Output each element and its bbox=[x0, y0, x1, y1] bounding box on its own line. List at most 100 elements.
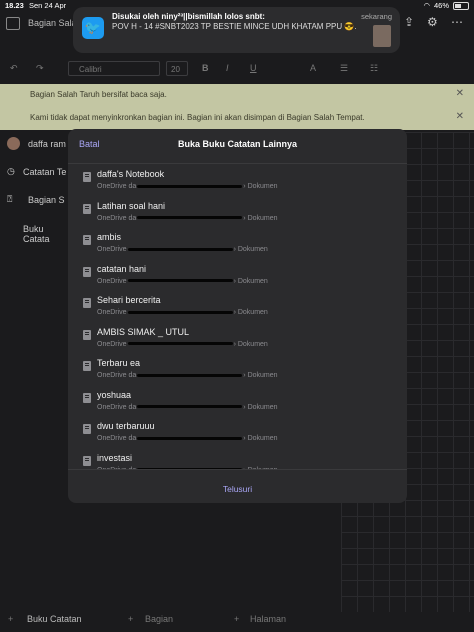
numbering-icon[interactable]: ☷ bbox=[370, 63, 378, 74]
notebook-path: OneDrive da › Dokumen bbox=[97, 372, 278, 379]
undo-icon[interactable]: ↶ bbox=[10, 63, 18, 74]
path-prefix: OneDrive bbox=[97, 309, 127, 316]
dialog-header: Batal Buka Buku Catatan Lainnya bbox=[68, 129, 407, 164]
sidebar-item-section[interactable]: ⍰ Bagian S bbox=[0, 188, 70, 212]
open-notebook-dialog: Batal Buka Buku Catatan Lainnya daffa's … bbox=[68, 129, 407, 503]
font-color-icon[interactable]: A bbox=[310, 63, 316, 73]
notebook-name: yoshuaa bbox=[97, 389, 132, 400]
notebook-list-item[interactable]: AMBIS SIMAK _ UTUL OneDrive › Dokumen bbox=[68, 322, 407, 353]
account-item[interactable]: daffa ram bbox=[0, 132, 70, 156]
path-suffix: › Dokumen bbox=[233, 246, 268, 253]
font-select[interactable]: Calibri bbox=[68, 61, 160, 76]
notification-banner[interactable]: 🐦 Disukai oleh niny²³||bismillah lolos s… bbox=[73, 7, 400, 53]
path-prefix: OneDrive bbox=[97, 246, 127, 253]
sidebar-item-label: Buku Catata bbox=[23, 224, 50, 244]
notebook-icon bbox=[83, 203, 91, 214]
notebook-icon bbox=[83, 235, 91, 245]
notebook-icon bbox=[83, 361, 91, 371]
path-suffix: › Dokumen bbox=[243, 435, 278, 442]
notebook-list: daffa's Notebook OneDrive da › Dokumen Lati… bbox=[68, 164, 407, 469]
gear-icon[interactable]: ⚙ bbox=[427, 15, 438, 29]
close-icon[interactable]: ✕ bbox=[456, 88, 464, 99]
notebook-path: OneDrive da › Dokumen bbox=[97, 183, 278, 190]
notebook-list-item[interactable]: yoshuaa OneDrive da › Dokumen bbox=[68, 385, 407, 416]
notebook-list-item[interactable]: Latihan soal hani OneDrive da › Dokumen bbox=[68, 196, 407, 227]
status-date: Sen 24 Apr bbox=[29, 1, 67, 10]
add-notebook-icon[interactable]: + bbox=[8, 614, 13, 624]
redaction-bar bbox=[127, 342, 233, 346]
wifi-icon: ◠ bbox=[423, 1, 430, 10]
notification-thumbnail bbox=[373, 25, 391, 47]
sidebar-item-notes[interactable]: ◷ Catatan Te bbox=[0, 160, 70, 184]
add-section-icon[interactable]: + bbox=[128, 614, 133, 624]
notebook-name: AMBIS SIMAK _ UTUL bbox=[97, 326, 190, 337]
redaction-bar bbox=[127, 279, 233, 283]
italic-icon[interactable]: I bbox=[226, 63, 229, 73]
notebook-icon bbox=[83, 392, 91, 403]
sidebar-item-label: Bagian S bbox=[28, 195, 65, 205]
path-prefix: OneDrive da bbox=[97, 403, 137, 411]
notebooks-button[interactable]: Buku Catatan bbox=[27, 614, 82, 624]
browse-button[interactable]: Telusuri bbox=[68, 484, 407, 494]
notebook-name: catatan hani bbox=[97, 263, 147, 274]
font-size-select[interactable]: 20 bbox=[166, 61, 188, 76]
close-icon[interactable]: ✕ bbox=[456, 111, 464, 122]
notebook-list-item[interactable]: Sehari bercerita OneDrive › Dokumen bbox=[68, 290, 407, 321]
notebook-list-item[interactable]: dwu terbaruuu OneDrive da › Dokumen bbox=[68, 416, 407, 447]
notebook-path: OneDrive › Dokumen bbox=[97, 341, 268, 348]
dialog-title: Buka Buku Catatan Lainnya bbox=[177, 139, 298, 149]
twitter-icon: 🐦 bbox=[82, 17, 104, 39]
battery-icon bbox=[453, 1, 469, 10]
notebook-icon bbox=[83, 266, 91, 277]
underline-icon[interactable]: U bbox=[250, 63, 257, 73]
add-page-icon[interactable]: + bbox=[234, 614, 239, 624]
notification-time: sekarang bbox=[361, 12, 392, 21]
left-panel: daffa ram ◷ Catatan Te ⍰ Bagian S Buku C… bbox=[0, 132, 70, 612]
pages-button[interactable]: Halaman bbox=[250, 614, 286, 624]
battery-fill bbox=[455, 3, 461, 8]
redaction-bar bbox=[137, 405, 243, 409]
notebook-path: OneDrive da › Dokumen bbox=[97, 435, 278, 442]
redo-icon[interactable]: ↷ bbox=[36, 63, 44, 74]
path-suffix: › Dokumen bbox=[243, 403, 278, 411]
notification-body: POV H - 14 #SNBT2023 TP BESTIE MINCE UDH… bbox=[112, 22, 357, 31]
share-icon[interactable]: ⇪ bbox=[404, 15, 414, 29]
notebook-list-item[interactable]: ambis OneDrive › Dokumen bbox=[68, 227, 407, 258]
status-time: 18.23 bbox=[5, 1, 24, 10]
path-suffix: › Dokumen bbox=[233, 340, 268, 348]
more-icon[interactable]: ⋯ bbox=[451, 15, 463, 29]
bullets-icon[interactable]: ☰ bbox=[340, 63, 348, 74]
notebook-icon bbox=[83, 298, 91, 308]
redaction-bar bbox=[137, 436, 243, 440]
bold-icon[interactable]: B bbox=[202, 63, 209, 73]
clock-icon: ◷ bbox=[7, 166, 15, 176]
notebook-name: Latihan soal hani bbox=[97, 200, 166, 211]
path-suffix: › Dokumen bbox=[243, 183, 278, 190]
notebook-icon bbox=[83, 329, 91, 340]
sidebar-item-label: Catatan Te bbox=[23, 167, 67, 177]
notebook-name: investasi bbox=[97, 452, 133, 463]
battery-percent: 46% bbox=[433, 1, 449, 10]
sections-button[interactable]: Bagian bbox=[145, 614, 173, 624]
path-suffix: › Dokumen bbox=[233, 277, 268, 285]
avatar bbox=[7, 137, 20, 150]
notebook-path: OneDrive › Dokumen bbox=[97, 278, 268, 285]
notebook-name: daffa's Notebook bbox=[97, 169, 165, 179]
bottom-bar: + Buku Catatan + Bagian + Halaman bbox=[0, 606, 474, 632]
notebook-name: Terbaru ea bbox=[97, 358, 141, 368]
notebook-list-item[interactable]: Terbaru ea OneDrive da › Dokumen bbox=[68, 353, 407, 384]
path-prefix: OneDrive bbox=[97, 277, 127, 285]
notebook-list-item[interactable]: catatan hani OneDrive › Dokumen bbox=[68, 259, 407, 290]
notebook-list-item[interactable]: investasiOneDrive da› Dokumen bbox=[68, 448, 407, 469]
notebook-name: Sehari bercerita bbox=[97, 295, 161, 305]
notebook-name: ambis bbox=[97, 232, 122, 242]
notebook-icon bbox=[83, 455, 91, 466]
notebook-list-item[interactable]: daffa's Notebook OneDrive da › Dokumen bbox=[68, 164, 407, 195]
path-prefix: OneDrive da bbox=[97, 183, 137, 190]
path-suffix: › Dokumen bbox=[233, 309, 268, 316]
sidebar-item-notebook[interactable]: Buku Catata bbox=[0, 217, 70, 244]
path-prefix: OneDrive da bbox=[97, 372, 137, 379]
notification-title: Disukai oleh niny²³||bismillah lolos snb… bbox=[112, 12, 265, 21]
section-icon: ⍰ bbox=[7, 194, 13, 204]
sidebar-toggle-icon[interactable] bbox=[6, 17, 20, 30]
